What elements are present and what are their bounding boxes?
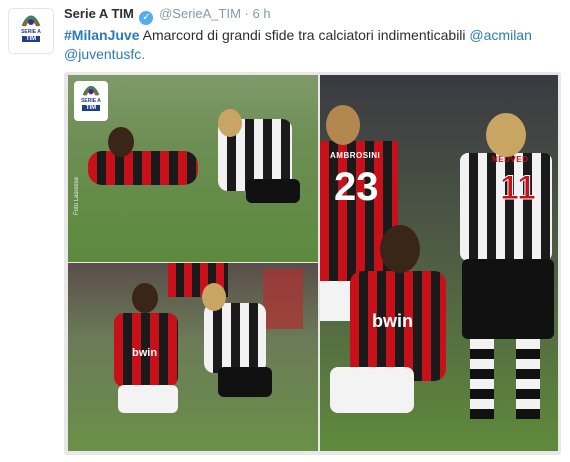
photo-top-left[interactable]: SERIE A TIM Foto Lasresse	[68, 75, 318, 262]
photo-bottom-left[interactable]: bwin	[68, 263, 318, 451]
watermark-tim: TIM	[81, 105, 101, 111]
background-player	[263, 269, 303, 329]
player-head	[132, 283, 158, 313]
jersey-number-11: 11	[500, 169, 537, 208]
player-head	[326, 105, 360, 145]
separator: ·	[244, 6, 249, 21]
serie-a-watermark: SERIE A TIM	[74, 81, 108, 121]
player-head	[218, 109, 242, 137]
mention-juventusfc[interactable]: @juventusfc	[64, 46, 141, 62]
photo-credit: Foto Lasresse	[74, 176, 80, 215]
serie-a-crest-icon	[82, 85, 100, 96]
juve-player-crouching	[204, 303, 266, 373]
player-head	[108, 127, 134, 157]
timestamp[interactable]: 6 h	[253, 6, 271, 21]
shorts	[218, 367, 272, 397]
avatar[interactable]: SERIE A TIM	[8, 8, 54, 54]
hashtag-link[interactable]: #MilanJuve	[64, 27, 139, 43]
player-head	[486, 113, 526, 157]
tweet-header: Serie A TIM ✓ @SerieA_TIM · 6 h	[64, 6, 271, 25]
milan-player-lying	[88, 151, 198, 185]
avatar-logo-text: SERIE A	[21, 29, 41, 35]
user-handle[interactable]: @SerieA_TIM	[159, 6, 241, 21]
media-grid[interactable]: SERIE A TIM Foto Lasresse bwin AMBROSINI…	[64, 72, 561, 455]
serie-a-crest-icon	[21, 15, 41, 27]
shorts	[118, 385, 178, 413]
watermark-text: SERIE A	[81, 98, 101, 104]
shorts	[246, 179, 300, 203]
sock	[470, 339, 494, 419]
shorts	[330, 367, 414, 413]
player-head	[202, 283, 226, 311]
verified-badge-icon: ✓	[139, 11, 154, 25]
name-plate-ambrosini: AMBROSINI	[330, 151, 381, 160]
serie-a-logo: SERIE A TIM	[13, 10, 49, 52]
photo-right[interactable]: AMBROSINI 23 NEDVED 11 bwin	[320, 75, 558, 451]
shorts	[462, 259, 554, 339]
mention-acmilan[interactable]: @acmilan	[469, 27, 531, 43]
tweet-body: Amarcord di grandi sfide tra calciatori …	[142, 27, 466, 43]
tweet-text: #MilanJuve Amarcord di grandi sfide tra …	[64, 26, 559, 64]
avatar-logo-tim: TIM	[21, 36, 41, 42]
period: .	[141, 46, 146, 62]
player-head	[380, 225, 420, 273]
sponsor-logo: bwin	[132, 347, 158, 359]
sock	[516, 339, 540, 419]
display-name[interactable]: Serie A TIM	[64, 6, 134, 21]
sponsor-logo: bwin	[372, 311, 413, 331]
jersey-number-23: 23	[334, 165, 379, 209]
